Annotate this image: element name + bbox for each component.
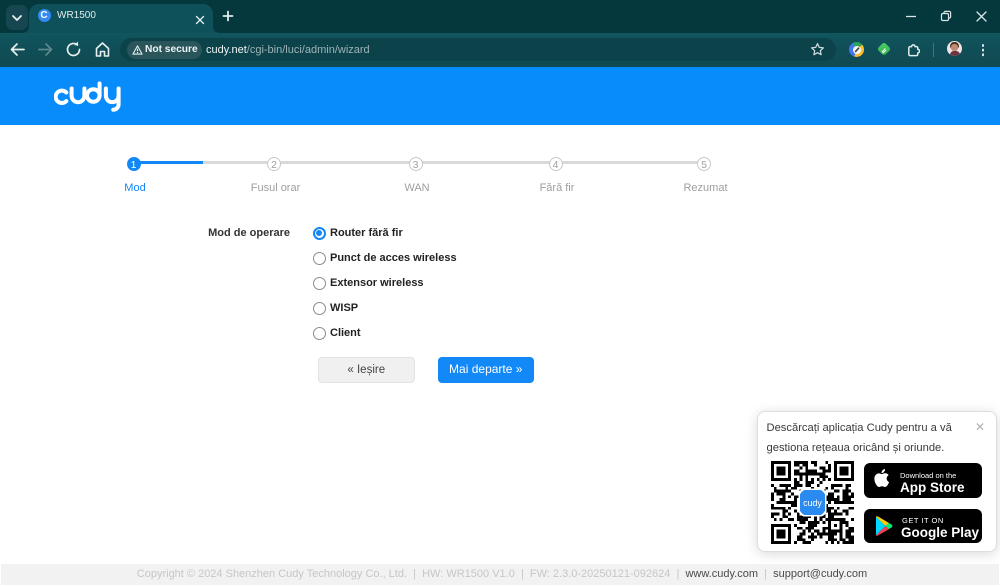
svg-text:cudy: cudy xyxy=(803,498,822,508)
